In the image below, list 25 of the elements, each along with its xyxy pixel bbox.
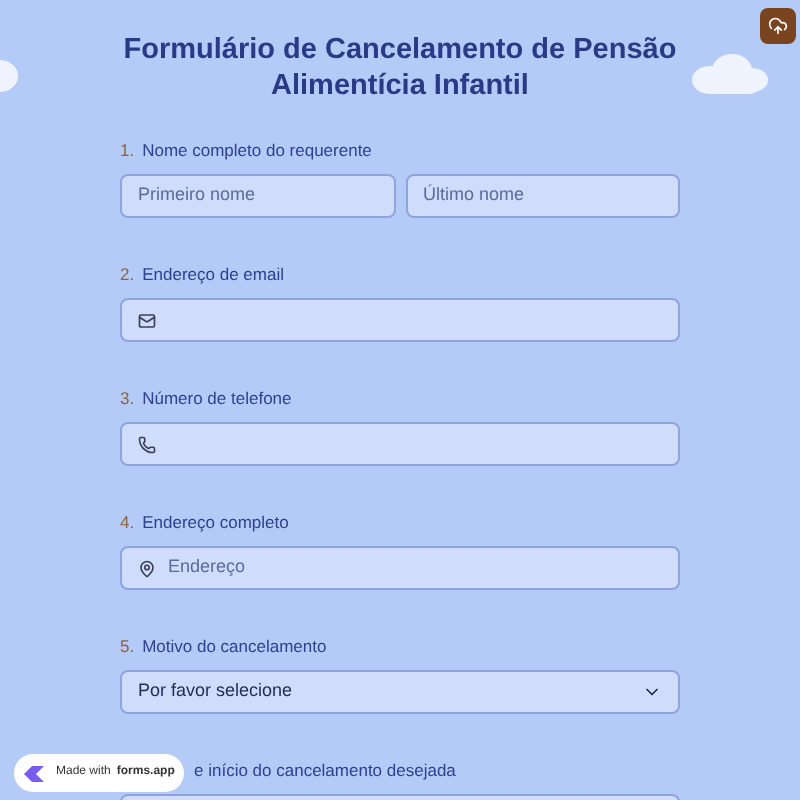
address-field[interactable]: Endereço xyxy=(120,546,680,590)
question-number: 5. xyxy=(120,634,135,658)
question-number: 1. xyxy=(120,138,135,162)
question-label: Nome completo do requerente xyxy=(142,138,372,162)
question-label: Endereço de email xyxy=(142,262,284,286)
phone-icon xyxy=(138,435,156,453)
cloud-upload-icon xyxy=(768,16,788,36)
upload-button[interactable] xyxy=(760,8,796,44)
question-number: 3. xyxy=(120,386,135,410)
cloud-drawing xyxy=(690,52,770,96)
map-pin-icon xyxy=(138,559,156,577)
question-label: e início do cancelamento desejada xyxy=(194,758,456,782)
phone-field[interactable] xyxy=(120,422,680,466)
question-label: Número de telefone xyxy=(142,386,292,410)
question-label: Motivo do cancelamento xyxy=(142,634,327,658)
name-field[interactable]: Primeiro nome xyxy=(120,174,395,218)
form-title: Formulário de Cancelamento de Pensão Alimentícia Infantil xyxy=(121,32,679,104)
name-field[interactable]: Último nome xyxy=(405,174,680,218)
reason-dropdown[interactable]: Por favor selecione xyxy=(120,670,680,714)
email-field[interactable] xyxy=(120,298,680,342)
question-label: Endereço completo xyxy=(142,510,289,534)
question-number: 4. xyxy=(120,510,135,534)
question-number: 2. xyxy=(120,262,135,286)
logo-icon xyxy=(22,763,46,783)
envelope-icon xyxy=(138,311,156,329)
